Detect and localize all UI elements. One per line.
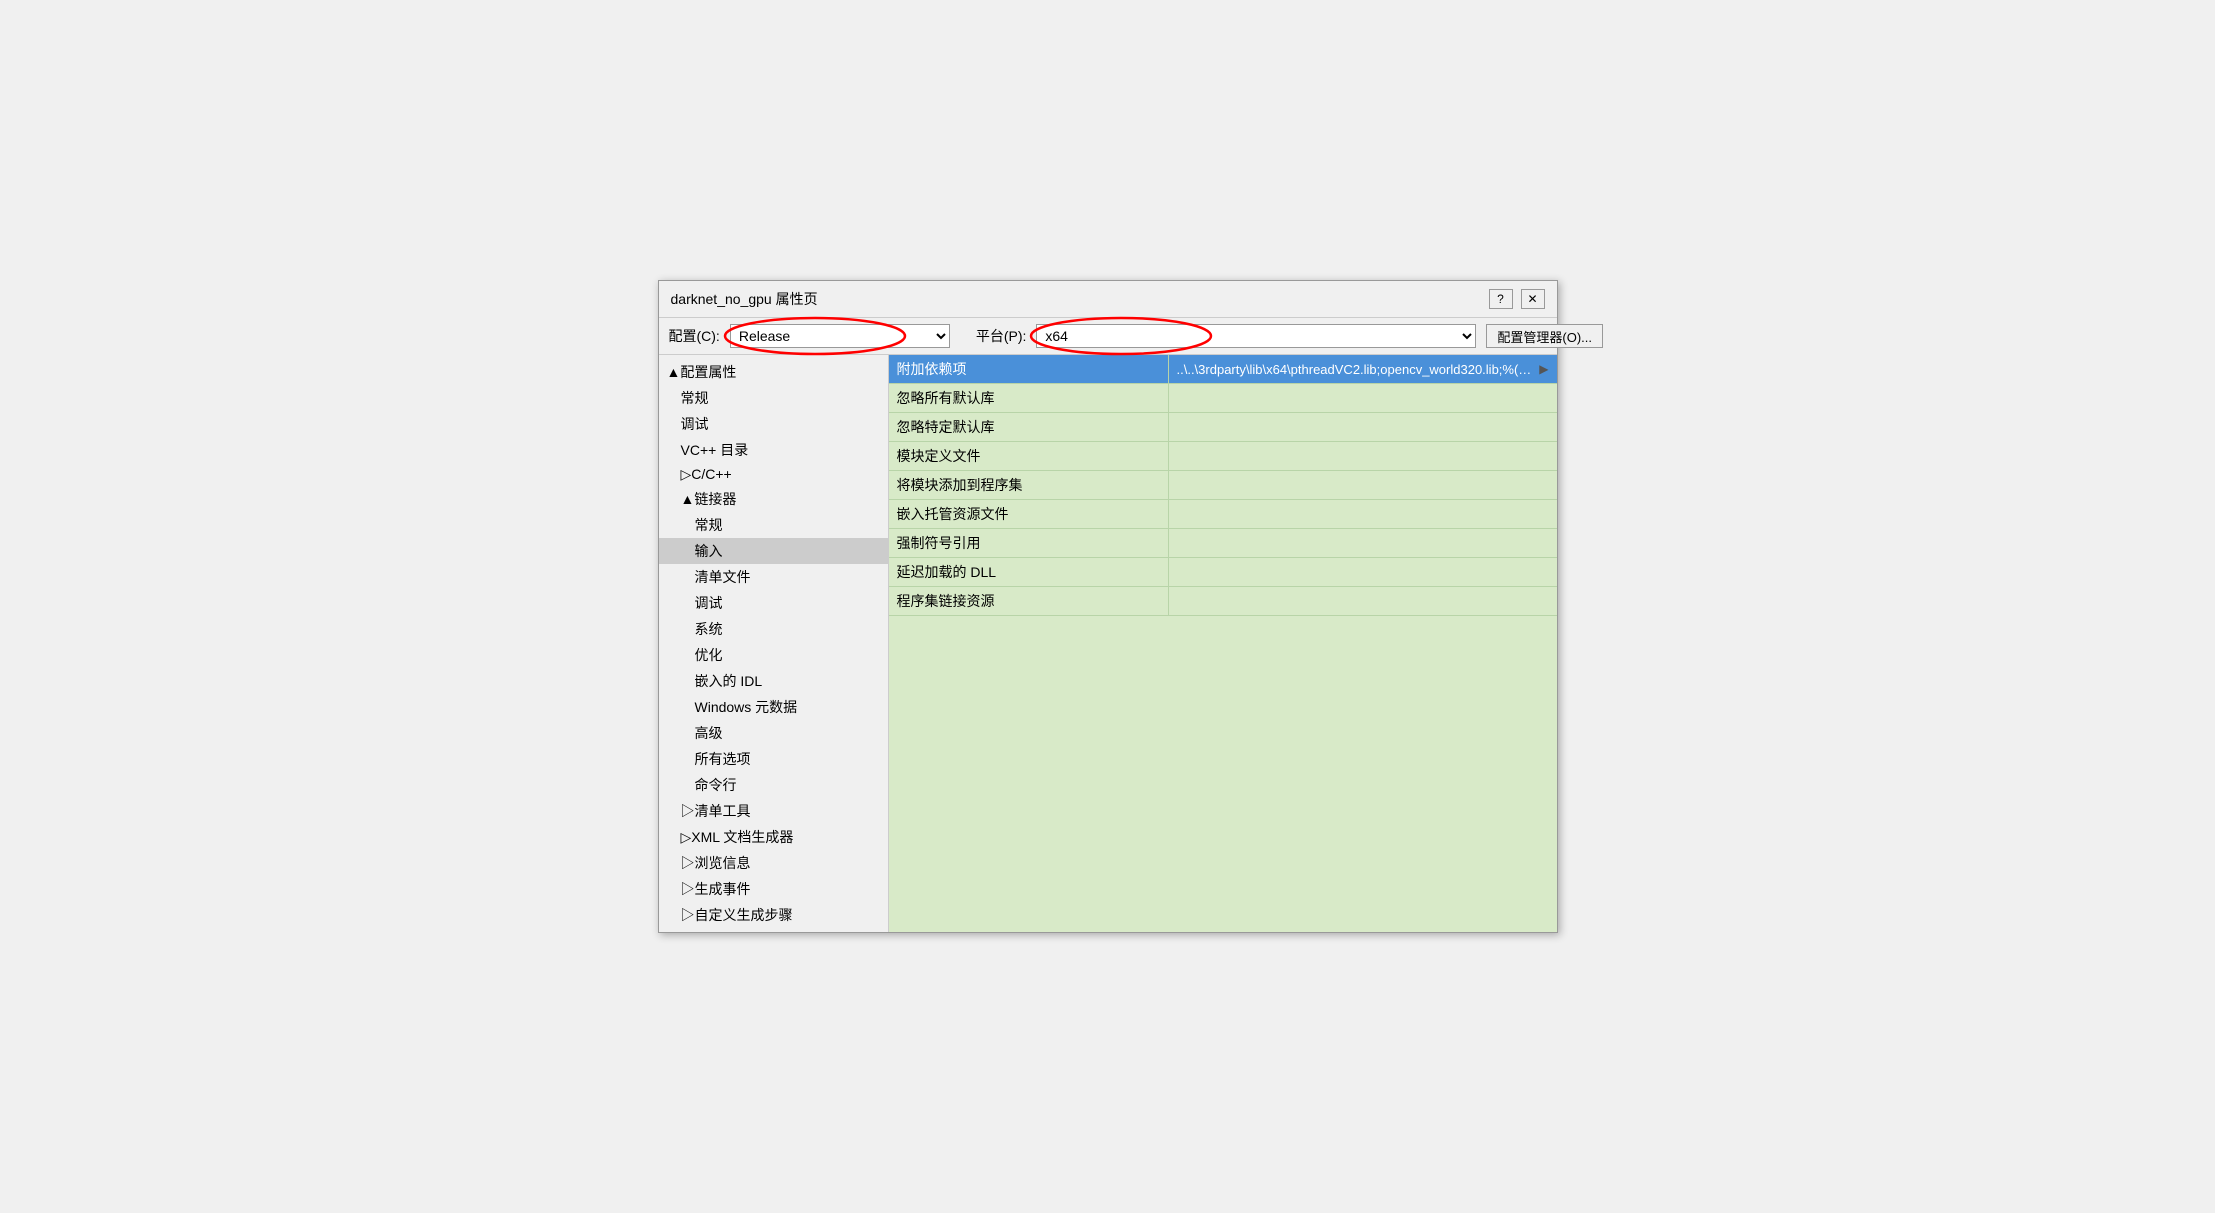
tree-item-manifest-tool[interactable]: ▷清单工具 (659, 798, 888, 824)
prop-row[interactable]: 模块定义文件 (889, 442, 1557, 471)
scroll-indicator: ▶ (1539, 362, 1548, 376)
prop-value (1169, 558, 1557, 586)
tree-item-win-meta[interactable]: Windows 元数据 (659, 694, 888, 720)
config-label: 配置(C): (669, 326, 720, 346)
config-manager-button[interactable]: 配置管理器(O)... (1486, 324, 1603, 348)
prop-row[interactable]: 将模块添加到程序集 (889, 471, 1557, 500)
prop-row[interactable]: 忽略特定默认库 (889, 413, 1557, 442)
prop-name: 延迟加载的 DLL (889, 558, 1169, 586)
tree-item-idl[interactable]: 嵌入的 IDL (659, 668, 888, 694)
main-content: ▲配置属性常规调试VC++ 目录▷C/C++▲链接器常规输入清单文件调试系统优化… (659, 355, 1557, 932)
tree-item-browse-info[interactable]: ▷浏览信息 (659, 850, 888, 876)
tree-item-manifest[interactable]: 清单文件 (659, 564, 888, 590)
prop-value (1169, 529, 1557, 557)
prop-name: 将模块添加到程序集 (889, 471, 1169, 499)
tree-item-cpp[interactable]: ▷C/C++ (659, 463, 888, 486)
prop-value (1169, 587, 1557, 615)
prop-name: 模块定义文件 (889, 442, 1169, 470)
prop-row[interactable]: 强制符号引用 (889, 529, 1557, 558)
prop-row[interactable]: 附加依赖项..\..\3rdparty\lib\x64\pthreadVC2.l… (889, 355, 1557, 384)
prop-row[interactable]: 程序集链接资源 (889, 587, 1557, 616)
tree-item-config-props[interactable]: ▲配置属性 (659, 359, 888, 385)
tree-item-optimize[interactable]: 优化 (659, 642, 888, 668)
platform-label: 平台(P): (976, 326, 1027, 346)
prop-row[interactable]: 延迟加载的 DLL (889, 558, 1557, 587)
config-dropdown[interactable]: Release (730, 324, 950, 348)
tree-item-linker-input[interactable]: 输入 (659, 538, 888, 564)
prop-name: 程序集链接资源 (889, 587, 1169, 615)
tree-item-advanced[interactable]: 高级 (659, 720, 888, 746)
tree-item-system[interactable]: 系统 (659, 616, 888, 642)
prop-value (1169, 471, 1557, 499)
tree-item-linker[interactable]: ▲链接器 (659, 486, 888, 512)
prop-name: 忽略所有默认库 (889, 384, 1169, 412)
prop-name: 附加依赖项 (889, 355, 1169, 383)
props-panel: 附加依赖项..\..\3rdparty\lib\x64\pthreadVC2.l… (889, 355, 1557, 932)
tree-item-linker-debug[interactable]: 调试 (659, 590, 888, 616)
prop-value[interactable]: ..\..\3rdparty\lib\x64\pthreadVC2.lib;op… (1169, 355, 1557, 383)
close-button[interactable]: ✕ (1521, 289, 1545, 309)
prop-name: 强制符号引用 (889, 529, 1169, 557)
tree-item-all-options[interactable]: 所有选项 (659, 746, 888, 772)
tree-item-general[interactable]: 常规 (659, 385, 888, 411)
prop-value (1169, 500, 1557, 528)
tree-item-debug[interactable]: 调试 (659, 411, 888, 437)
prop-value (1169, 413, 1557, 441)
tree-item-xml-doc[interactable]: ▷XML 文档生成器 (659, 824, 888, 850)
help-button[interactable]: ? (1489, 289, 1513, 309)
dialog-title: darknet_no_gpu 属性页 (671, 289, 818, 309)
prop-row[interactable]: 嵌入托管资源文件 (889, 500, 1557, 529)
prop-name: 忽略特定默认库 (889, 413, 1169, 441)
config-bar: 配置(C): Release 平台(P): x64 配置 (659, 318, 1557, 355)
platform-dropdown[interactable]: x64 (1036, 324, 1476, 348)
prop-value (1169, 442, 1557, 470)
tree-panel: ▲配置属性常规调试VC++ 目录▷C/C++▲链接器常规输入清单文件调试系统优化… (659, 355, 889, 932)
tree-item-custom-build[interactable]: ▷自定义生成步骤 (659, 902, 888, 928)
title-bar: darknet_no_gpu 属性页 ? ✕ (659, 281, 1557, 318)
prop-name: 嵌入托管资源文件 (889, 500, 1169, 528)
prop-row[interactable]: 忽略所有默认库 (889, 384, 1557, 413)
tree-item-cmdline[interactable]: 命令行 (659, 772, 888, 798)
property-dialog: darknet_no_gpu 属性页 ? ✕ 配置(C): Release 平台… (658, 280, 1558, 933)
prop-value (1169, 384, 1557, 412)
tree-item-build-events[interactable]: ▷生成事件 (659, 876, 888, 902)
tree-item-linker-general[interactable]: 常规 (659, 512, 888, 538)
title-bar-buttons: ? ✕ (1489, 289, 1545, 309)
tree-item-vc-dirs[interactable]: VC++ 目录 (659, 437, 888, 463)
